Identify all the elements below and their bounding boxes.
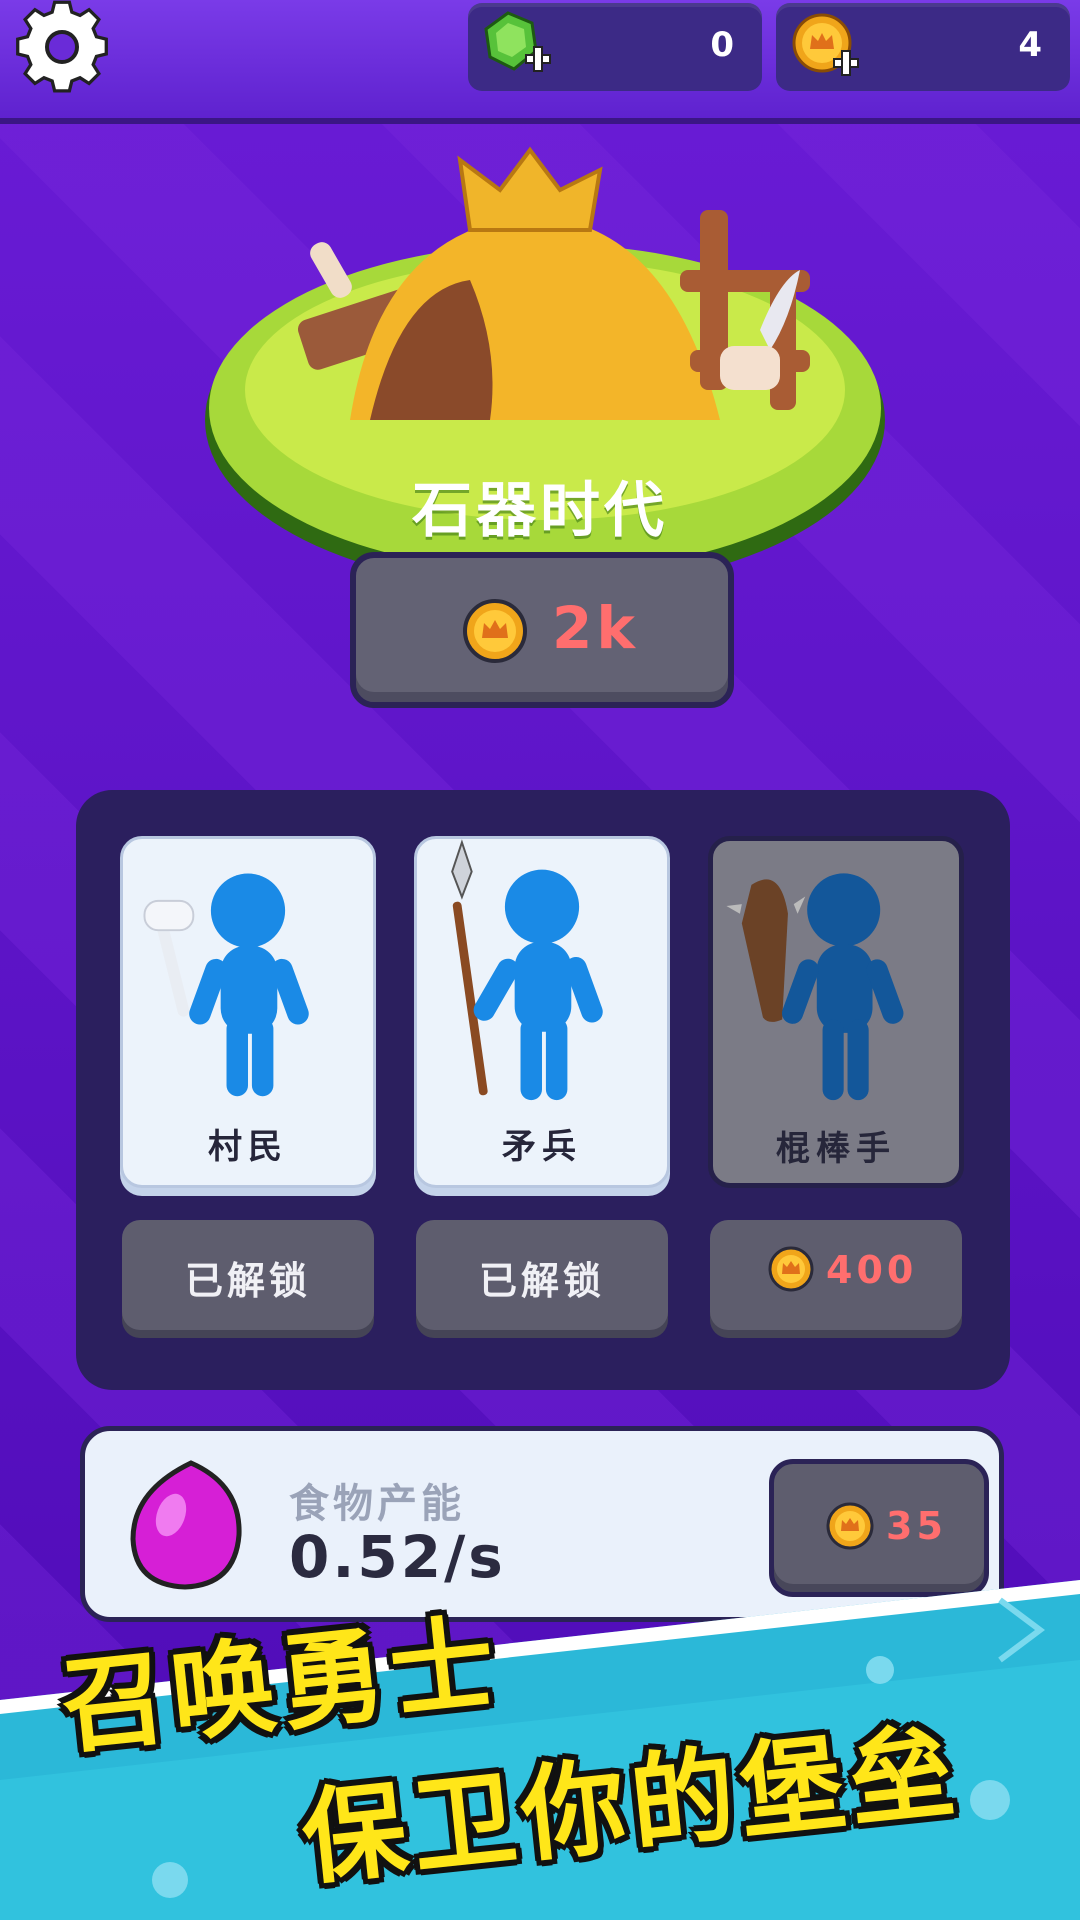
unit-card-spearman[interactable]: 矛兵 [414,836,670,1188]
era-unlock-button[interactable]: 2k [350,552,734,708]
clubman-cost: 400 [826,1248,918,1292]
gem-plus-icon [484,11,551,72]
villager-figure-icon [143,873,309,1097]
spearman-figure-icon [451,839,603,1101]
unlock-status: 已解锁 [184,1259,311,1303]
coin-counter[interactable]: 4 [776,3,1070,91]
settings-gear-icon[interactable] [6,0,118,100]
coin-icon [768,1246,814,1292]
coin-icon [463,599,527,663]
unit-name: 棍棒手 [776,1129,896,1169]
food-upgrade-button[interactable]: 35 [769,1459,989,1597]
era-title: 石器时代 [412,476,668,546]
food-drop-icon [130,1460,242,1590]
unit-card-villager[interactable]: 村民 [120,836,376,1188]
era-price: 2k [552,594,639,662]
gem-counter[interactable]: 0 [468,3,762,91]
clubman-buy-button[interactable]: 400 [710,1220,962,1330]
unit-name: 村民 [208,1127,288,1167]
unit-name: 矛兵 [502,1127,582,1167]
food-label: 食物产能 [289,1481,465,1527]
unit-card-clubman[interactable]: 棍棒手 [708,836,964,1188]
spearman-unlocked-button[interactable]: 已解锁 [416,1220,668,1330]
top-bar: 0 4 [0,0,1080,124]
coin-plus-icon [792,13,859,76]
coin-icon [826,1502,874,1550]
coin-count: 4 [1018,25,1042,65]
unlock-status: 已解锁 [478,1259,605,1303]
food-upgrade-cost: 35 [886,1504,947,1548]
gem-count: 0 [710,25,734,65]
clubman-figure-icon [726,873,904,1101]
villager-unlocked-button[interactable]: 已解锁 [122,1220,374,1330]
